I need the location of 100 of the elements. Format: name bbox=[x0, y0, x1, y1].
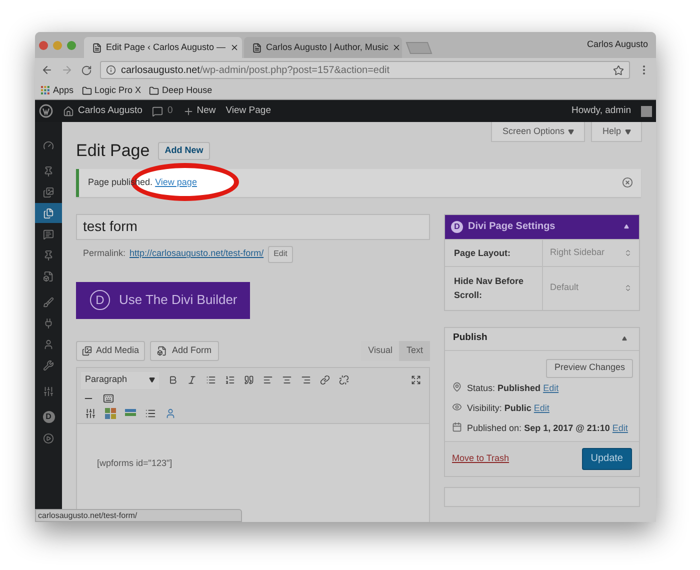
permalink-edit-button[interactable]: Edit bbox=[268, 246, 294, 262]
move-to-trash-link[interactable]: Move to Trash bbox=[452, 452, 510, 466]
preview-changes-button[interactable]: Preview Changes bbox=[546, 358, 633, 378]
update-button[interactable]: Update bbox=[582, 448, 632, 470]
lines-icon[interactable] bbox=[145, 408, 156, 418]
italic-icon[interactable] bbox=[187, 375, 197, 385]
pin-icon bbox=[452, 382, 462, 392]
help-button[interactable]: Help bbox=[591, 122, 642, 142]
comment-icon bbox=[152, 106, 164, 116]
bookmark[interactable]: Deep House bbox=[149, 84, 212, 98]
bookmark[interactable]: Logic Pro X bbox=[82, 84, 142, 98]
grid-icon[interactable] bbox=[105, 408, 116, 418]
media-icon bbox=[43, 186, 54, 198]
avatar-icon[interactable] bbox=[641, 106, 652, 116]
publish-info: Status: Published Edit bbox=[467, 382, 559, 394]
add-new-button[interactable]: Add New bbox=[158, 142, 210, 160]
play-icon bbox=[43, 432, 54, 444]
menu-item[interactable]: D bbox=[35, 407, 62, 427]
layers-icon[interactable] bbox=[125, 409, 136, 417]
address-field[interactable]: carlosaugusto.net/wp-admin/post.php?post=157&action=edit bbox=[100, 61, 630, 79]
star-icon[interactable] bbox=[613, 64, 624, 76]
divi-logo-icon: D bbox=[42, 411, 54, 423]
publish-info: Visibility: Public Edit bbox=[467, 402, 550, 414]
select-arrows-icon bbox=[624, 248, 632, 256]
pin-icon bbox=[43, 250, 54, 260]
plugins-icon bbox=[43, 318, 54, 328]
edit-link[interactable]: Edit bbox=[534, 402, 550, 412]
folder-icon bbox=[149, 86, 160, 96]
caret-icon bbox=[625, 128, 631, 134]
dismiss-icon[interactable] bbox=[622, 177, 633, 188]
title-field[interactable]: test form bbox=[76, 214, 430, 240]
caret-icon bbox=[568, 128, 574, 134]
setting-label: Hide Nav Before Scroll: bbox=[453, 275, 525, 302]
bulleted-list-icon[interactable] bbox=[206, 375, 216, 385]
add-media-button[interactable]: Add Media bbox=[76, 340, 146, 360]
keyboard-icon[interactable] bbox=[103, 392, 114, 404]
browser-tab[interactable]: Edit Page ‹ Carlos Augusto — bbox=[84, 37, 242, 58]
close-icon[interactable] bbox=[230, 43, 239, 52]
folder-icon bbox=[82, 86, 92, 96]
form-icon bbox=[157, 346, 168, 356]
format-dropdown[interactable]: Paragraph bbox=[81, 372, 159, 388]
editor-tab[interactable]: Text bbox=[399, 340, 430, 360]
align-right-icon[interactable] bbox=[301, 375, 311, 385]
publish-title: Publish bbox=[453, 331, 488, 346]
divi-builder-button[interactable]: D Use The Divi Builder bbox=[76, 282, 250, 318]
user-icon[interactable] bbox=[165, 408, 176, 418]
eye-icon bbox=[452, 402, 462, 412]
site-name-link[interactable]: Carlos Augusto bbox=[63, 104, 142, 118]
collapse-icon[interactable] bbox=[622, 336, 627, 341]
permalink-link[interactable]: http://carlosaugusto.net/test-form/ bbox=[130, 247, 264, 261]
users-icon bbox=[43, 338, 54, 350]
sort-icon[interactable] bbox=[85, 408, 96, 418]
add-form-button[interactable]: Add Form bbox=[150, 340, 219, 360]
view-page-link[interactable]: View Page bbox=[226, 104, 271, 118]
home-icon bbox=[63, 106, 74, 116]
shortcode-text: [wpforms id="123"] bbox=[97, 458, 172, 468]
reload-icon[interactable] bbox=[81, 64, 92, 76]
greeting-link[interactable]: Howdy, admin bbox=[572, 104, 631, 118]
calendar-icon bbox=[452, 422, 462, 432]
collapse-icon[interactable] bbox=[624, 224, 629, 229]
page-heading: Edit Page bbox=[76, 140, 150, 162]
quote-icon[interactable] bbox=[244, 375, 254, 385]
divi-logo-icon: D bbox=[90, 290, 110, 310]
divi-logo-icon: D bbox=[451, 220, 463, 232]
tools-icon bbox=[43, 360, 54, 370]
tab-title: Edit Page ‹ Carlos Augusto — bbox=[106, 40, 226, 54]
plus-icon bbox=[182, 106, 194, 116]
screen-options-button[interactable]: Screen Options bbox=[491, 122, 586, 142]
browser-tab[interactable]: Carlos Augusto | Author, Music bbox=[244, 37, 402, 58]
comments-icon bbox=[43, 228, 54, 240]
appearance-icon bbox=[43, 296, 54, 308]
divi-settings-header[interactable]: D Divi Page Settings bbox=[445, 214, 639, 238]
edit-link[interactable]: Edit bbox=[543, 382, 559, 392]
permalink-label: Permalink: bbox=[83, 247, 126, 260]
setting-label: Page Layout: bbox=[453, 246, 512, 260]
pin-icon bbox=[43, 166, 54, 176]
fullscreen-icon[interactable] bbox=[411, 375, 421, 385]
comments-link[interactable]: 0 bbox=[152, 104, 173, 118]
new-link[interactable]: New bbox=[182, 104, 216, 118]
select-arrows-icon bbox=[624, 284, 632, 292]
bookmark[interactable]: Apps bbox=[41, 84, 74, 98]
page-icon bbox=[252, 42, 262, 52]
media-icon bbox=[82, 346, 92, 356]
pages-icon bbox=[43, 208, 54, 218]
dashboard-icon bbox=[43, 140, 54, 150]
align-center-icon[interactable] bbox=[282, 375, 292, 385]
align-left-icon[interactable] bbox=[263, 375, 273, 385]
numbered-list-icon[interactable] bbox=[225, 375, 235, 385]
wordpress-logo-icon[interactable] bbox=[39, 104, 53, 118]
status-tooltip: carlosaugusto.net/test-form/ bbox=[35, 509, 242, 522]
view-page-link[interactable]: View page bbox=[155, 176, 197, 187]
unlink-icon[interactable] bbox=[339, 375, 349, 385]
close-icon[interactable] bbox=[392, 43, 402, 52]
back-icon[interactable] bbox=[41, 64, 53, 76]
edit-link[interactable]: Edit bbox=[612, 422, 628, 432]
caret-icon bbox=[149, 377, 155, 383]
menu-item[interactable] bbox=[35, 203, 62, 223]
publish-info: Published on: Sep 1, 2017 @ 21:10 Edit bbox=[467, 422, 628, 434]
link-icon[interactable] bbox=[320, 375, 330, 385]
bold-icon[interactable] bbox=[168, 375, 178, 385]
